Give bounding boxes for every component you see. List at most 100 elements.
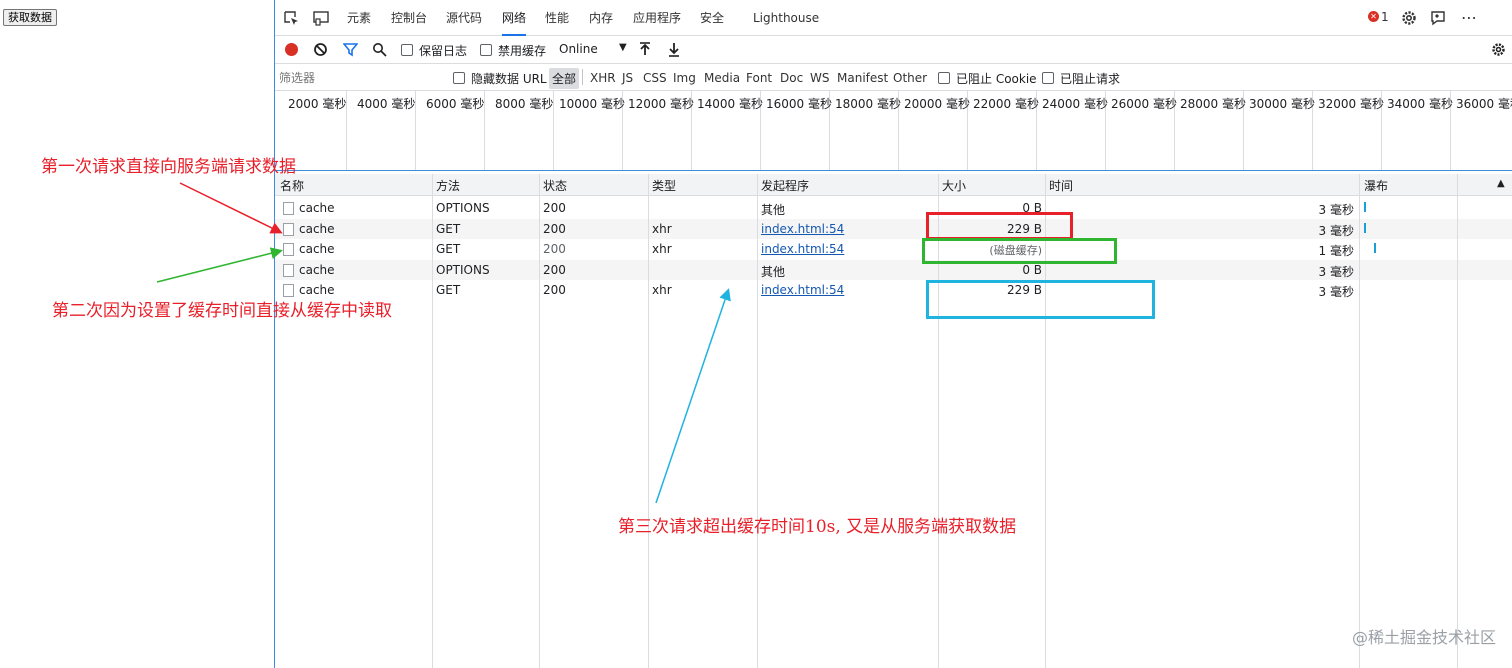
request-initiator-link[interactable]: index.html:54: [761, 242, 844, 256]
filter-type-img[interactable]: Img: [673, 71, 696, 85]
request-size: 0 B: [1022, 262, 1042, 277]
blocked-requests-label: 已阻止请求: [1060, 72, 1121, 86]
filter-icon[interactable]: [343, 42, 358, 57]
feedback-icon[interactable]: [1429, 10, 1447, 26]
request-name[interactable]: cache: [299, 201, 335, 215]
tab-memory[interactable]: 内存: [589, 0, 613, 36]
filter-divider: [582, 69, 583, 85]
filter-type-ws[interactable]: WS: [810, 71, 829, 85]
request-name[interactable]: cache: [299, 242, 335, 256]
overview-tick-label: 34000 毫秒: [1387, 97, 1453, 111]
filter-type-js[interactable]: JS: [622, 71, 633, 85]
table-row[interactable]: cache GET 200 xhr index.html:54 229 B 3 …: [275, 280, 1512, 301]
error-count[interactable]: 1: [1381, 10, 1389, 24]
overview-tick-label: 6000 毫秒: [426, 97, 485, 111]
overview-tick-label: 20000 毫秒: [904, 97, 970, 111]
sort-ascending-icon[interactable]: ▲: [1497, 178, 1505, 189]
fetch-data-button[interactable]: 获取数据: [3, 9, 57, 26]
column-header-time[interactable]: 时间: [1049, 177, 1073, 194]
column-header-size[interactable]: 大小: [942, 177, 966, 194]
request-status: 200: [543, 242, 566, 256]
request-initiator-link[interactable]: index.html:54: [761, 283, 844, 297]
request-time: 3 毫秒: [1318, 223, 1354, 238]
tab-application[interactable]: 应用程序: [633, 0, 681, 36]
column-header-type[interactable]: 类型: [652, 177, 676, 194]
device-toolbar-icon[interactable]: [313, 10, 331, 26]
hide-data-url-checkbox[interactable]: [453, 72, 465, 84]
filter-type-css[interactable]: CSS: [643, 71, 667, 85]
waterfall-bar: [1364, 202, 1366, 212]
column-header-waterfall[interactable]: 瀑布: [1364, 177, 1388, 194]
request-name[interactable]: cache: [299, 222, 335, 236]
table-row[interactable]: cache OPTIONS 200 其他 0 B 3 毫秒: [275, 198, 1512, 219]
devtools-tabbar: 元素 控制台 源代码 网络 性能 内存 应用程序 安全 Lighthouse ✕…: [275, 0, 1512, 36]
network-toolbar: 保留日志 禁用缓存 Online ▼: [275, 36, 1512, 64]
overview-tick-label: 16000 毫秒: [766, 97, 832, 111]
column-header-method[interactable]: 方法: [436, 177, 460, 194]
more-options-icon[interactable]: ⋯: [1461, 8, 1477, 27]
tab-security[interactable]: 安全: [700, 0, 724, 36]
request-method: GET: [436, 283, 461, 297]
file-icon: [283, 243, 294, 256]
blocked-cookies-checkbox[interactable]: [938, 72, 950, 84]
table-row[interactable]: cache OPTIONS 200 其他 0 B 3 毫秒: [275, 259, 1512, 280]
request-name[interactable]: cache: [299, 283, 335, 297]
throttling-select[interactable]: Online: [559, 42, 598, 56]
overview-tick-label: 12000 毫秒: [628, 97, 694, 111]
filter-type-xhr[interactable]: XHR: [590, 71, 616, 85]
column-header-name[interactable]: 名称: [280, 177, 304, 194]
annotation-second-request: 第二次因为设置了缓存时间直接从缓存中读取: [52, 301, 392, 321]
network-overview-timeline[interactable]: 2000 毫秒 4000 毫秒 6000 毫秒 8000 毫秒 10000 毫秒…: [275, 91, 1512, 171]
chevron-down-icon[interactable]: ▼: [619, 42, 627, 53]
table-row[interactable]: cache GET 200 xhr index.html:54 229 B 3 …: [275, 218, 1512, 239]
request-initiator: 其他: [761, 264, 786, 279]
clear-icon[interactable]: [313, 42, 328, 57]
tab-sources[interactable]: 源代码: [446, 0, 482, 36]
request-method: GET: [436, 242, 461, 256]
tab-performance[interactable]: 性能: [545, 0, 569, 36]
column-divider[interactable]: [1359, 174, 1360, 668]
disable-cache-label: 禁用缓存: [498, 44, 547, 58]
settings-gear-icon[interactable]: [1400, 10, 1418, 26]
column-divider[interactable]: [432, 174, 433, 668]
overview-tick-label: 22000 毫秒: [973, 97, 1039, 111]
inspect-element-icon[interactable]: [283, 10, 301, 26]
devtools-panel: 元素 控制台 源代码 网络 性能 内存 应用程序 安全 Lighthouse ✕…: [274, 0, 1512, 668]
tab-console[interactable]: 控制台: [391, 0, 427, 36]
blocked-requests-checkbox[interactable]: [1042, 72, 1054, 84]
tab-lighthouse[interactable]: Lighthouse: [753, 0, 819, 36]
overview-tick-label: 24000 毫秒: [1042, 97, 1108, 111]
filter-type-doc[interactable]: Doc: [780, 71, 803, 85]
record-icon[interactable]: [285, 43, 298, 56]
filter-type-manifest[interactable]: Manifest: [837, 71, 888, 85]
tab-elements[interactable]: 元素: [347, 0, 371, 36]
error-icon[interactable]: ✕: [1368, 11, 1379, 22]
request-status: 200: [543, 221, 566, 236]
column-divider[interactable]: [757, 174, 758, 668]
filter-type-font[interactable]: Font: [746, 71, 772, 85]
search-icon[interactable]: [372, 42, 387, 57]
filter-type-other[interactable]: Other: [893, 71, 927, 85]
preserve-log-checkbox[interactable]: [401, 44, 413, 56]
overview-tick-label: 14000 毫秒: [697, 97, 763, 111]
export-har-icon[interactable]: [668, 42, 680, 57]
network-settings-gear-icon[interactable]: [1491, 42, 1506, 57]
waterfall-bar: [1374, 243, 1376, 253]
column-divider[interactable]: [539, 174, 540, 668]
filter-type-media[interactable]: Media: [704, 71, 740, 85]
disable-cache-checkbox[interactable]: [480, 44, 492, 56]
tab-network[interactable]: 网络: [502, 0, 527, 36]
import-har-icon[interactable]: [639, 42, 651, 57]
filter-type-all[interactable]: 全部: [549, 68, 580, 89]
file-icon: [283, 202, 294, 215]
request-method: OPTIONS: [436, 201, 490, 215]
highlight-box-green: [922, 238, 1117, 264]
overview-tick-label: 18000 毫秒: [835, 97, 901, 111]
column-header-status[interactable]: 状态: [543, 177, 567, 194]
request-name[interactable]: cache: [299, 263, 335, 277]
filter-input[interactable]: [279, 68, 439, 87]
column-header-initiator[interactable]: 发起程序: [761, 177, 809, 194]
column-divider[interactable]: [648, 174, 649, 668]
table-row[interactable]: cache GET 200 xhr index.html:54 (磁盘缓存) 1…: [275, 239, 1512, 260]
request-initiator-link[interactable]: index.html:54: [761, 222, 844, 236]
